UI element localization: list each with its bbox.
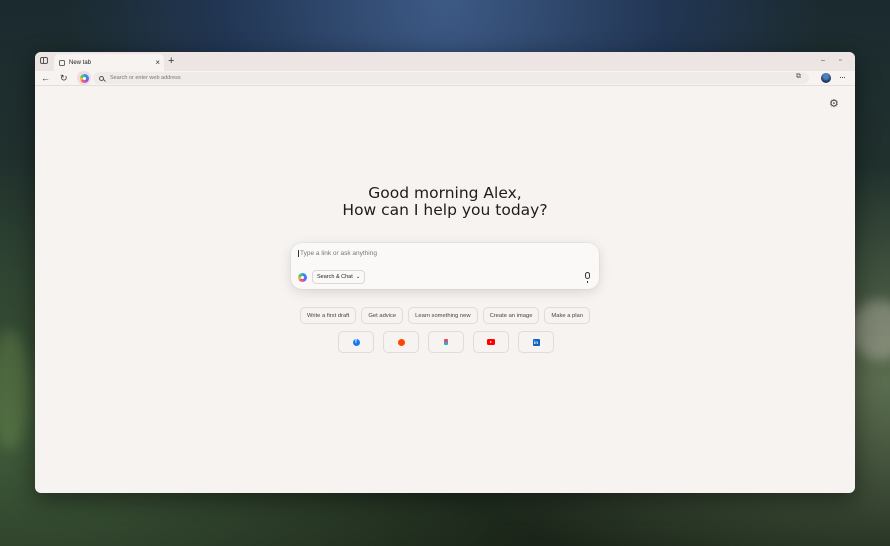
composer[interactable]: Type a link or ask anything Search & Cha… (291, 243, 599, 289)
suggestion-get-advice[interactable]: Get advice (361, 307, 404, 324)
restore-button[interactable]: ▫ (839, 55, 841, 67)
extensions-icon[interactable]: ⧉ (796, 73, 801, 81)
toolbar: ← ↻ Search or enter web address ⧉ ··· (35, 71, 855, 86)
copilot-button[interactable] (77, 71, 91, 85)
greeting: Good morning Alex, How can I help you to… (35, 185, 855, 219)
mode-label: Search & Chat (317, 274, 353, 280)
shortcut-linkedin[interactable]: in (518, 331, 554, 353)
menu-button[interactable]: ··· (839, 71, 846, 83)
new-tab-page-icon (59, 59, 65, 66)
suggestion-create-image[interactable]: Create an image (482, 307, 540, 324)
browser-window: New tab × + – ▫ ← ↻ Search or enter web … (35, 52, 855, 493)
address-bar[interactable]: Search or enter web address ⧉ (93, 72, 809, 84)
sidebar-toggle-icon[interactable] (40, 57, 48, 64)
prompt-input[interactable]: Type a link or ask anything (298, 250, 377, 257)
wallpaper-glow (0, 330, 30, 450)
greeting-line-1: Good morning Alex, (368, 184, 522, 202)
title-bar: New tab × + – ▫ (35, 52, 855, 71)
search-icon (99, 75, 104, 81)
new-tab-button[interactable]: + (168, 54, 174, 69)
mode-selector[interactable]: Search & Chat ⌄ (312, 270, 366, 284)
shortcut-youtube[interactable] (473, 331, 509, 353)
tab-new-tab[interactable]: New tab × (54, 54, 164, 71)
reload-button[interactable]: ↻ (60, 71, 68, 85)
shortcut-tiles: f in (35, 331, 855, 353)
suggestion-make-plan[interactable]: Make a plan (544, 307, 591, 324)
shortcut-figma[interactable] (428, 331, 464, 353)
wallpaper-glow (850, 300, 890, 360)
linkedin-icon: in (532, 338, 540, 346)
chevron-down-icon: ⌄ (355, 274, 361, 280)
tab-title: New tab (69, 59, 92, 66)
new-tab-page: ⚙ Good morning Alex, How can I help you … (35, 85, 855, 493)
copilot-icon (298, 272, 307, 282)
microphone-icon[interactable] (585, 272, 590, 283)
shortcut-reddit[interactable] (383, 331, 419, 353)
youtube-icon (487, 339, 495, 345)
address-placeholder: Search or enter web address (110, 75, 181, 81)
suggestion-learn-new[interactable]: Learn something new (408, 307, 478, 324)
profile-avatar[interactable] (821, 73, 831, 83)
settings-gear-icon[interactable]: ⚙ (829, 99, 839, 110)
figma-icon (444, 338, 448, 346)
suggestion-write-draft[interactable]: Write a first draft (299, 307, 357, 324)
shortcut-facebook[interactable]: f (338, 331, 374, 353)
greeting-line-2: How can I help you today? (342, 201, 548, 219)
suggestion-chips: Write a first draft Get advice Learn som… (35, 307, 855, 324)
reddit-icon (397, 338, 405, 346)
back-button[interactable]: ← (41, 71, 50, 85)
facebook-icon: f (352, 338, 360, 346)
minimize-button[interactable]: – (821, 55, 825, 67)
copilot-icon (79, 73, 89, 83)
mode-row: Search & Chat ⌄ (298, 270, 366, 284)
close-tab-icon[interactable]: × (155, 58, 160, 67)
